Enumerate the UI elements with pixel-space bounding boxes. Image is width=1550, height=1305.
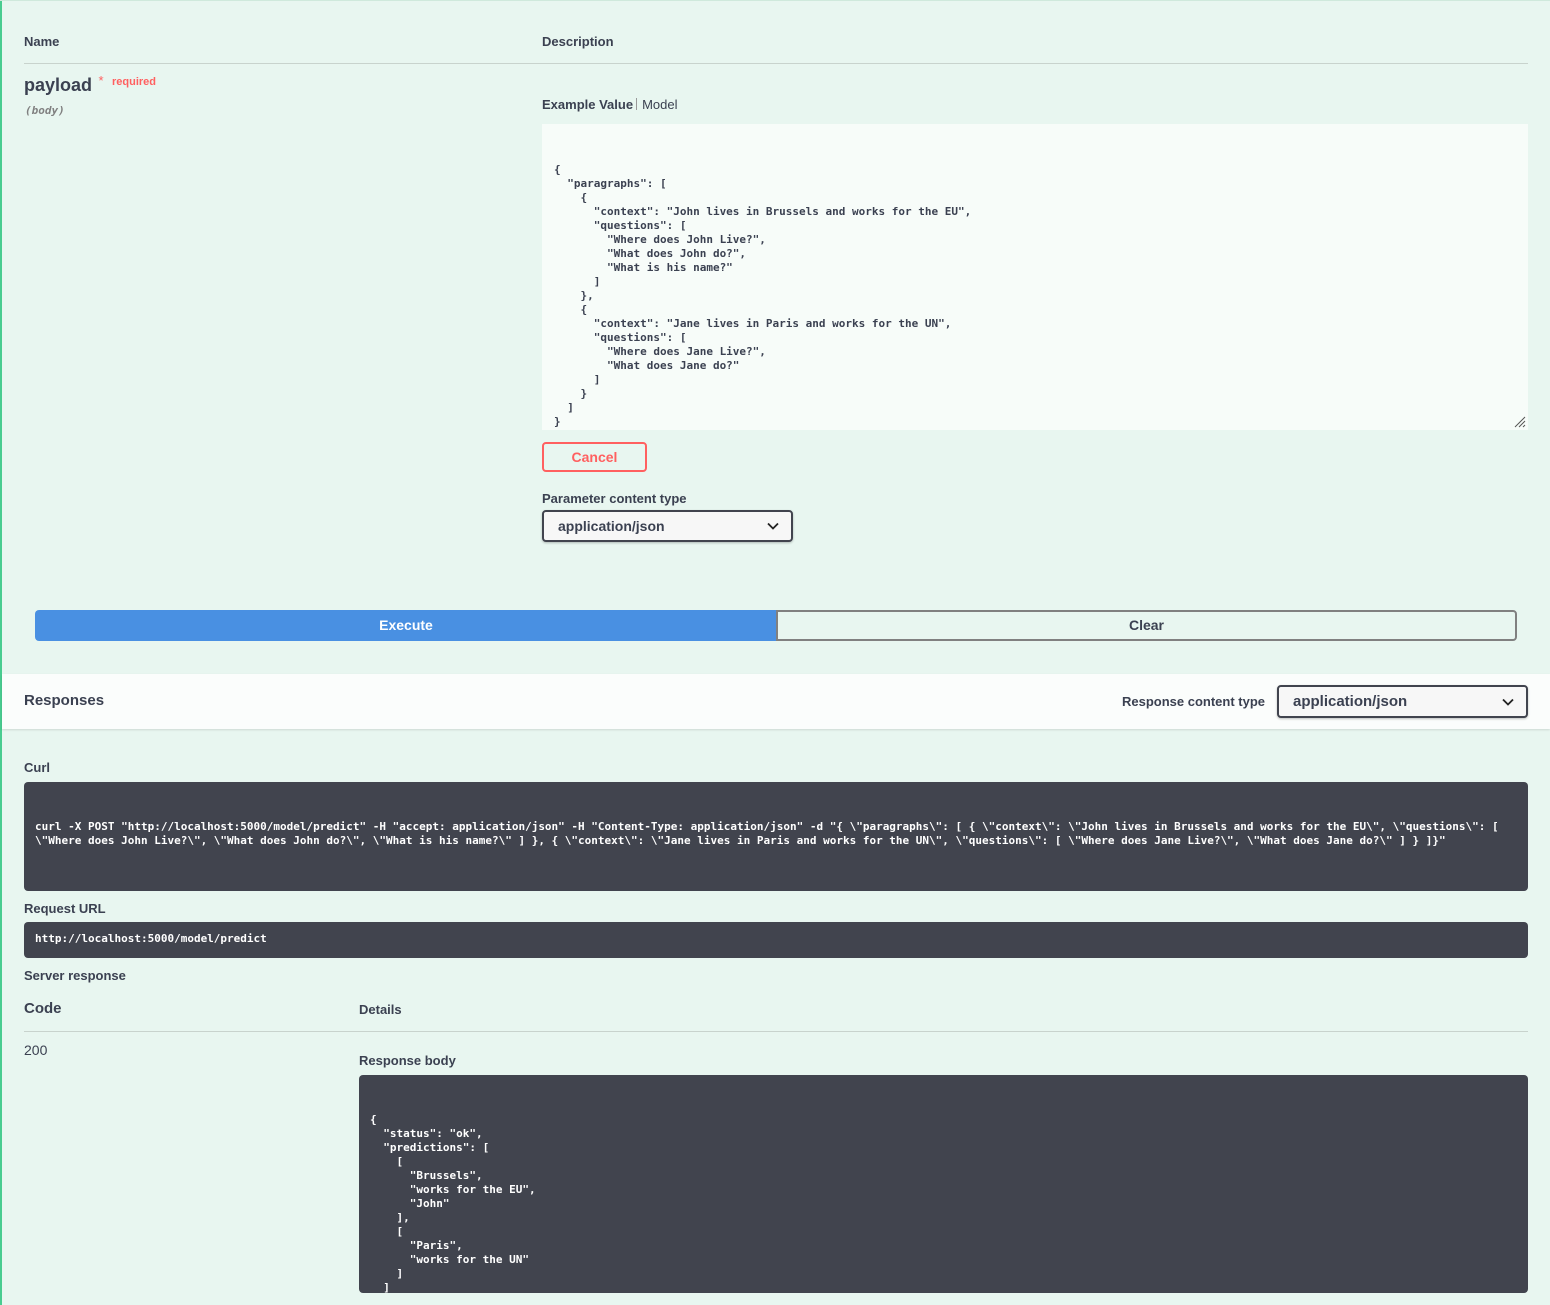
server-response-label: Server response [24,968,126,983]
operation-accent-border [0,0,2,1305]
parameter-name: payload [24,75,93,95]
name-column-header: Name [24,34,60,49]
response-body-text: { "status": "ok", "predictions": [ [ "Br… [370,1113,536,1293]
response-content-type-value: application/json [1293,693,1408,710]
code-column-header: Code [24,1000,62,1017]
response-body-block[interactable]: { "status": "ok", "predictions": [ [ "Br… [359,1075,1528,1293]
request-url-label: Request URL [24,901,106,916]
header-divider [24,63,1528,64]
example-tabs: Example Value Model [542,96,677,114]
resize-handle-icon[interactable] [1514,416,1526,428]
curl-command-block[interactable]: curl -X POST "http://localhost:5000/mode… [24,782,1528,891]
body-editor[interactable]: { "paragraphs": [ { "context": "John liv… [542,124,1528,430]
parameter-content-type-select[interactable]: application/json [542,510,793,542]
response-body-label: Response body [359,1053,456,1068]
clear-button[interactable]: Clear [776,610,1517,641]
top-divider [0,0,1550,1]
request-url-block[interactable]: http://localhost:5000/model/predict [24,922,1528,958]
required-label: required [112,76,157,88]
parameter-name-block: payload * required [24,73,156,96]
tab-example-value[interactable]: Example Value [542,97,633,112]
curl-label: Curl [24,760,50,775]
cancel-button[interactable]: Cancel [542,442,647,472]
chevron-down-icon [767,522,779,530]
parameter-content-type-label: Parameter content type [542,491,687,506]
details-column-header: Details [359,1002,402,1017]
chevron-down-icon [1502,698,1514,706]
tab-model[interactable]: Model [642,97,677,112]
response-status-code: 200 [24,1042,48,1058]
body-editor-text[interactable]: { "paragraphs": [ { "context": "John liv… [554,163,1516,429]
responses-header-bar: Responses Response content type applicat… [2,674,1550,729]
response-content-type-label: Response content type [1122,694,1266,709]
parameter-type: (body) [25,104,65,117]
response-content-type-select[interactable]: application/json [1277,685,1528,718]
request-url-text: http://localhost:5000/model/predict [35,932,267,945]
response-table-divider [24,1031,1528,1032]
tab-separator [636,98,638,110]
execute-button[interactable]: Execute [35,610,777,641]
curl-command-text: curl -X POST "http://localhost:5000/mode… [35,820,1506,847]
description-column-header: Description [542,34,614,49]
required-star: * [98,73,104,88]
responses-title: Responses [24,692,105,709]
parameter-content-type-value: application/json [558,518,665,534]
